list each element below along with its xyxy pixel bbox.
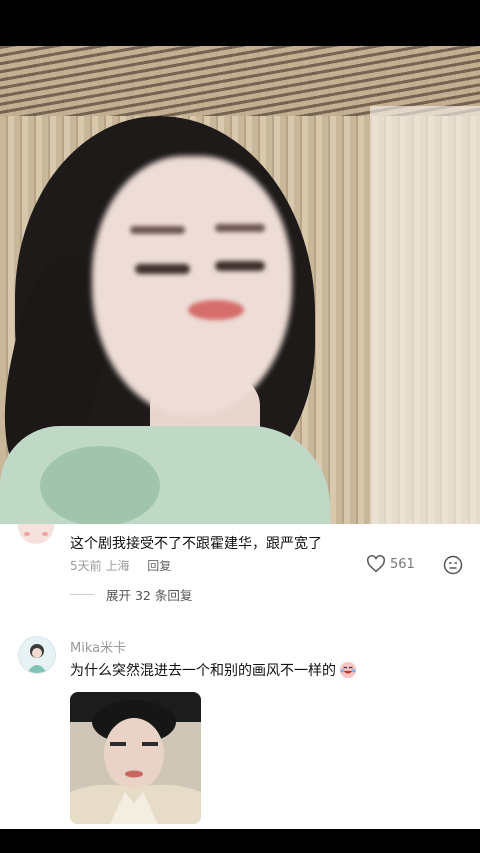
- comment-text: 为什么突然混进去一个和别的画风不一样的: [70, 663, 336, 679]
- divider-line: [70, 594, 94, 595]
- emoji-face-icon[interactable]: [443, 555, 463, 575]
- comment-text-row: 为什么突然混进去一个和别的画风不一样的: [70, 660, 357, 680]
- lips: [188, 300, 244, 320]
- face: [92, 156, 292, 416]
- comment-text: 这个剧我接受不了不跟霍建华，跟严宽了: [70, 536, 322, 552]
- left-eye: [135, 264, 190, 274]
- avatar-cheek: [24, 532, 30, 536]
- crying-laughing-emoji: [339, 661, 357, 679]
- top-black-bar: [0, 0, 480, 46]
- like-button[interactable]: 561: [366, 555, 415, 573]
- avatar-cheek: [42, 532, 48, 536]
- left-brow: [130, 226, 185, 234]
- window-light: [370, 106, 480, 524]
- right-brow: [215, 224, 265, 232]
- avatar[interactable]: [18, 636, 56, 674]
- comment-time-location: 5天前 上海: [70, 559, 130, 573]
- expand-replies-label: 展开 32 条回复: [106, 588, 193, 603]
- like-count: 561: [390, 556, 415, 572]
- comment-meta: 5天前 上海 回复: [70, 557, 171, 574]
- portrait-photo: [70, 692, 201, 824]
- avatar-illustration: [27, 644, 47, 673]
- reply-button[interactable]: 回复: [147, 559, 171, 573]
- video-player[interactable]: [0, 46, 480, 524]
- bottom-black-bar: [0, 829, 480, 853]
- heart-outline-icon: [367, 555, 385, 573]
- expand-replies-button[interactable]: 展开 32 条回复: [70, 585, 192, 604]
- right-eye: [215, 261, 265, 271]
- comment-image[interactable]: [70, 692, 201, 824]
- robe-shade: [40, 446, 160, 524]
- username[interactable]: Mika米卡: [70, 637, 126, 656]
